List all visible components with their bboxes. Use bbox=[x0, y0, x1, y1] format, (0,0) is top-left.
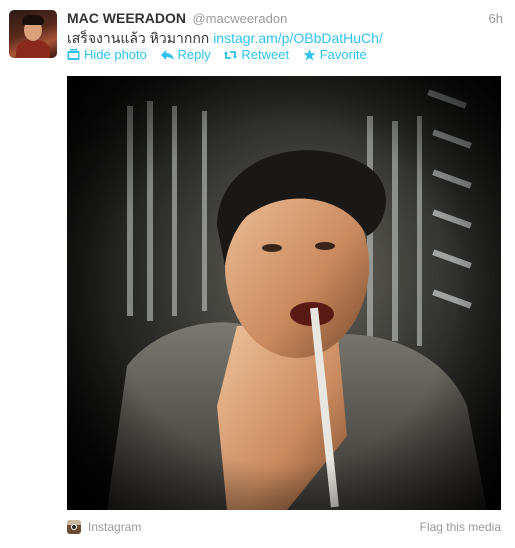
tweet-timestamp[interactable]: 6h bbox=[489, 11, 503, 26]
hide-photo-button[interactable]: Hide photo bbox=[67, 47, 147, 62]
star-icon bbox=[303, 48, 316, 60]
reply-icon bbox=[160, 49, 174, 60]
tweet-actions: Hide photo Reply Retweet Favorite bbox=[67, 47, 377, 64]
user-handle[interactable]: @macweeradon bbox=[192, 11, 287, 26]
retweet-label: Retweet bbox=[241, 47, 290, 62]
display-name[interactable]: MAC WEERADON bbox=[67, 10, 186, 26]
retweet-button[interactable]: Retweet bbox=[224, 47, 289, 62]
tweet-text-body: เสร็จงานแล้ว หิวมากกก bbox=[67, 30, 214, 46]
photo-icon bbox=[67, 48, 80, 60]
tweet: MAC WEERADON @macweeradon 6h เสร็จงานแล้… bbox=[0, 0, 515, 548]
tweet-photo[interactable] bbox=[67, 76, 501, 510]
reply-label: Reply bbox=[177, 47, 211, 62]
media-footer: Instagram Flag this media bbox=[67, 520, 501, 538]
tweet-header: MAC WEERADON @macweeradon 6h bbox=[67, 10, 505, 28]
media-source[interactable]: Instagram bbox=[67, 520, 141, 534]
avatar-body-shape bbox=[16, 40, 50, 58]
favorite-label: Favorite bbox=[319, 47, 367, 62]
favorite-button[interactable]: Favorite bbox=[303, 47, 367, 62]
avatar[interactable] bbox=[9, 10, 57, 58]
flag-media-link[interactable]: Flag this media bbox=[420, 520, 501, 534]
avatar-hair-shape bbox=[22, 15, 44, 25]
reply-button[interactable]: Reply bbox=[160, 47, 211, 62]
selfie-photo bbox=[67, 76, 501, 510]
retweet-icon bbox=[224, 50, 238, 59]
tweet-link[interactable]: instagr.am/p/OBbDatHuCh/ bbox=[213, 30, 383, 46]
media-source-label: Instagram bbox=[88, 520, 142, 534]
hide-photo-label: Hide photo bbox=[84, 47, 147, 62]
instagram-icon bbox=[67, 520, 81, 534]
